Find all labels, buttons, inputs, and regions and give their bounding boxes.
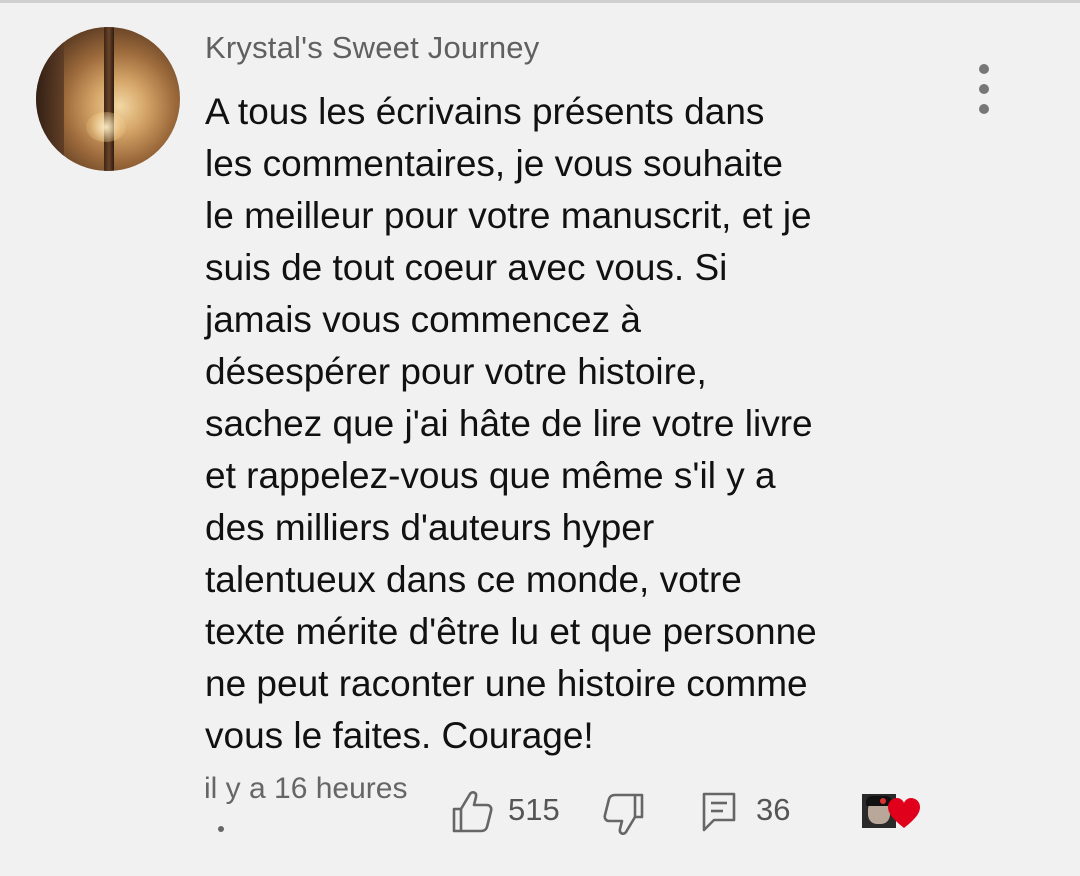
separator-dot (218, 826, 224, 832)
user-avatar[interactable] (36, 27, 180, 171)
avatar-window-frame (104, 27, 114, 171)
comment-line: jamais vous commencez à (205, 299, 641, 340)
avatar-shade (36, 27, 64, 171)
comment-timestamp: il y a 16 heures (204, 772, 408, 805)
comment-line: sachez que j'ai hâte de lire votre livre (205, 403, 813, 444)
creator-heart-icon (862, 794, 926, 832)
comment-line: texte mérite d'être lu et que personne (205, 611, 817, 652)
comment-line: ne peut raconter une histoire comme (205, 663, 808, 704)
thumbs-down-icon[interactable] (602, 792, 646, 838)
menu-dot (979, 84, 989, 94)
avatar-light (86, 112, 126, 142)
comment-line: A tous les écrivains présents dans (205, 91, 765, 132)
thumbs-up-icon[interactable] (450, 788, 494, 834)
menu-dot (979, 104, 989, 114)
comment-line: les commentaires, je vous souhaite (205, 143, 783, 184)
comment-author[interactable]: Krystal's Sweet Journey (205, 30, 539, 66)
comment-line: vous le faites. Courage! (205, 715, 594, 756)
heart-icon (888, 798, 920, 828)
comment-line: désespérer pour votre histoire, (205, 351, 707, 392)
comment-text: A tous les écrivains présents dans les c… (205, 86, 925, 762)
comment-line: et rappelez-vous que même s'il y a (205, 455, 776, 496)
comment-line: suis de tout coeur avec vous. Si (205, 247, 728, 288)
like-count: 515 (508, 792, 560, 827)
menu-dot (979, 64, 989, 74)
more-vert-icon[interactable] (966, 60, 1002, 116)
comment-line: des milliers d'auteurs hyper (205, 507, 655, 548)
reply-icon[interactable] (700, 790, 740, 832)
comment-line: le meilleur pour votre manuscrit, et je (205, 195, 812, 236)
comment-item: Krystal's Sweet Journey A tous les écriv… (0, 0, 1080, 876)
comment-line: talentueux dans ce monde, votre (205, 559, 742, 600)
reply-count[interactable]: 36 (756, 792, 790, 828)
